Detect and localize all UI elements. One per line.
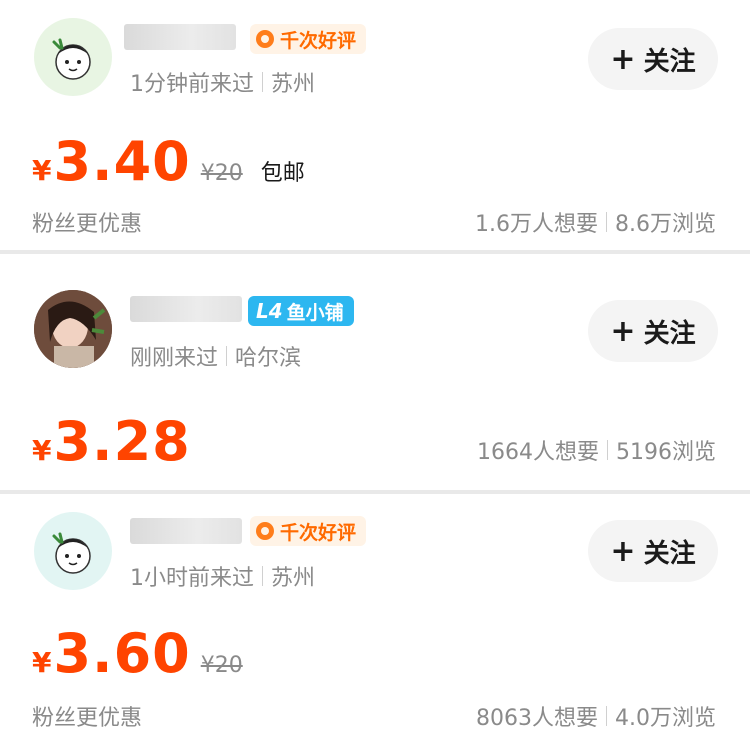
currency-symbol: ¥ <box>32 434 52 467</box>
follow-label: 关注 <box>643 318 696 349</box>
shop-level-badge: L4 鱼小铺 <box>248 296 354 326</box>
want-count: 8063人想要 <box>476 706 598 731</box>
price-row: ¥ 3.60 ¥20 <box>32 622 243 685</box>
original-price: ¥20 <box>200 161 243 186</box>
seller-avatar[interactable] <box>34 290 112 368</box>
fans-discount-label: 粉丝更优惠 <box>32 706 143 731</box>
listing-card[interactable]: L4 鱼小铺 刚刚来过 哈尔滨 + 关注 ¥ 3.28 1664人想要 5196… <box>0 254 750 490</box>
badge-label: 千次好评 <box>280 521 357 544</box>
follow-button[interactable]: + 关注 <box>588 520 718 582</box>
divider <box>262 566 263 586</box>
listing-stats: 1.6万人想要 8.6万浏览 <box>475 206 716 238</box>
level-label: L4 <box>256 299 283 323</box>
listing-card[interactable]: 千次好评 1分钟前来过 苏州 + 关注 ¥ 3.40 ¥20 包邮 粉丝更优惠 … <box>0 0 750 250</box>
currency-symbol: ¥ <box>32 154 52 187</box>
seller-avatar[interactable] <box>34 512 112 590</box>
divider <box>606 706 607 726</box>
seller-meta: 1小时前来过 苏州 <box>130 560 315 592</box>
last-visit: 1小时前来过 <box>130 566 254 591</box>
follow-button[interactable]: + 关注 <box>588 28 718 90</box>
listing-card[interactable]: 千次好评 1小时前来过 苏州 + 关注 ¥ 3.60 ¥20 粉丝更优惠 806… <box>0 494 750 750</box>
price: 3.60 <box>53 622 191 685</box>
last-visit: 刚刚来过 <box>130 346 219 371</box>
divider <box>606 212 607 232</box>
divider <box>262 72 263 92</box>
follow-button[interactable]: + 关注 <box>588 300 718 362</box>
seller-city: 哈尔滨 <box>235 346 302 371</box>
seller-avatar[interactable] <box>34 18 112 96</box>
badge-label: 千次好评 <box>280 29 357 52</box>
price-row: ¥ 3.40 ¥20 包邮 <box>32 130 305 193</box>
photo-avatar <box>34 290 112 368</box>
plus-icon: + <box>610 41 636 77</box>
currency-symbol: ¥ <box>32 646 52 679</box>
price-row: ¥ 3.28 <box>32 410 191 473</box>
price: 3.28 <box>53 410 191 473</box>
rating-badge: 千次好评 <box>250 516 367 546</box>
divider <box>607 440 608 460</box>
rating-badge: 千次好评 <box>250 24 367 54</box>
divider <box>226 346 228 366</box>
cartoon-avatar-icon <box>52 532 91 574</box>
seller-name-redacted[interactable] <box>130 296 242 322</box>
last-visit: 1分钟前来过 <box>130 72 254 97</box>
medal-icon <box>256 522 274 540</box>
medal-icon <box>256 30 274 48</box>
listing-stats: 8063人想要 4.0万浏览 <box>476 700 716 732</box>
fans-discount-label: 粉丝更优惠 <box>32 212 143 237</box>
plus-icon: + <box>610 313 636 349</box>
cartoon-avatar-icon <box>52 38 91 80</box>
seller-meta: 1分钟前来过 苏州 <box>130 66 315 98</box>
price: 3.40 <box>53 130 191 193</box>
want-count: 1.6万人想要 <box>475 212 598 237</box>
follow-label: 关注 <box>643 46 696 77</box>
seller-name-redacted[interactable] <box>130 518 242 544</box>
seller-meta: 刚刚来过 哈尔滨 <box>130 340 301 372</box>
view-count: 8.6万浏览 <box>615 212 716 237</box>
view-count: 5196浏览 <box>616 440 716 465</box>
badge-label: 鱼小铺 <box>286 301 344 324</box>
listing-stats: 1664人想要 5196浏览 <box>477 434 716 466</box>
plus-icon: + <box>610 533 636 569</box>
shipping-label: 包邮 <box>260 161 305 186</box>
follow-label: 关注 <box>643 538 696 569</box>
original-price: ¥20 <box>200 653 243 678</box>
seller-name-redacted[interactable] <box>124 24 236 50</box>
seller-city: 苏州 <box>271 72 316 97</box>
want-count: 1664人想要 <box>477 440 599 465</box>
seller-city: 苏州 <box>271 566 316 591</box>
view-count: 4.0万浏览 <box>615 706 716 731</box>
